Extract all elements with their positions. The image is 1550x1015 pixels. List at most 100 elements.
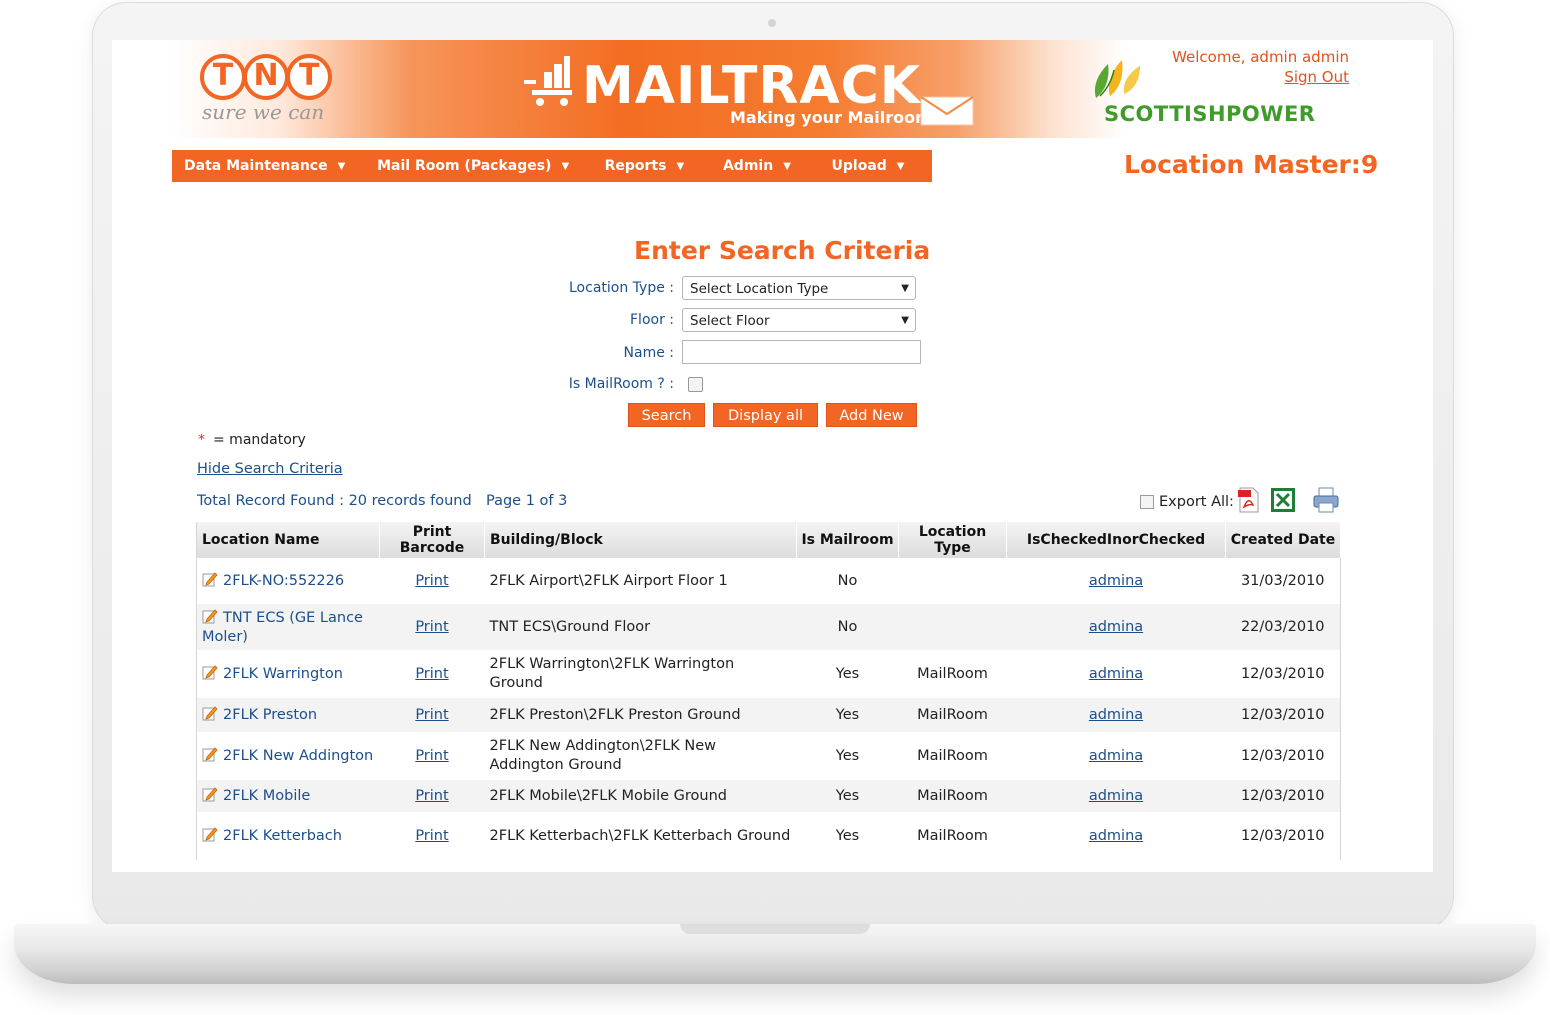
envelope-icon	[920, 96, 974, 126]
checked-user-link[interactable]: admina	[1089, 788, 1143, 804]
pencil-edit-icon[interactable]	[202, 664, 218, 680]
tnt-logo: T N T	[200, 54, 333, 100]
floor-select[interactable]: Select Floor ▼	[682, 308, 916, 332]
checked-user-link[interactable]: admina	[1089, 748, 1143, 764]
location-name-link[interactable]: TNT ECS (GE Lance Moler)	[202, 610, 363, 645]
cell-building: 2FLK Warrington\2FLK Warrington Ground	[484, 650, 797, 698]
cell-location-type	[898, 604, 1007, 650]
name-label: Name :	[623, 345, 674, 361]
location-name-link[interactable]: 2FLK Warrington	[223, 666, 343, 682]
client-logo-text: SCOTTISHPOWER	[1104, 102, 1316, 126]
checked-user-link[interactable]: admina	[1089, 828, 1143, 844]
excel-icon[interactable]	[1270, 487, 1296, 513]
cell-is-mailroom: Yes	[796, 698, 899, 732]
chevron-down-icon: ▼	[901, 315, 909, 326]
export-all-checkbox[interactable]	[1140, 495, 1154, 509]
cell-building: 2FLK New Addington\2FLK New Addington Gr…	[484, 732, 797, 780]
print-barcode-link[interactable]: Print	[415, 619, 448, 635]
cell-checked: admina	[1006, 650, 1226, 698]
app-screen: T N T sure we can MAILTRACK Making your …	[112, 40, 1433, 872]
location-name-link[interactable]: 2FLK-NO:552226	[223, 573, 344, 589]
caret-down-icon: ▼	[337, 160, 346, 172]
search-button[interactable]: Search	[628, 403, 705, 427]
page-info: Page 1 of 3	[486, 493, 568, 509]
cell-location-name: 2FLK Warrington	[196, 650, 380, 698]
location-name-link[interactable]: 2FLK Ketterbach	[223, 828, 342, 844]
cell-is-mailroom: Yes	[796, 812, 899, 860]
nav-data-maintenance[interactable]: Data Maintenance ▼	[172, 158, 365, 174]
cell-location-name: TNT ECS (GE Lance Moler)	[196, 604, 380, 650]
cell-created-date: 31/03/2010	[1225, 558, 1341, 604]
checked-user-link[interactable]: admina	[1089, 573, 1143, 589]
cell-checked: admina	[1006, 698, 1226, 732]
checked-user-link[interactable]: admina	[1089, 707, 1143, 723]
nav-reports[interactable]: Reports ▼	[593, 158, 711, 174]
cell-location-type: MailRoom	[898, 812, 1007, 860]
table-row: 2FLK Ketterbach Print 2FLK Ketterbach\2FLK…	[196, 812, 1341, 860]
pencil-edit-icon[interactable]	[202, 705, 218, 721]
cell-building: 2FLK Mobile\2FLK Mobile Ground	[484, 780, 797, 812]
hide-search-criteria-link[interactable]: Hide Search Criteria	[197, 461, 343, 477]
nav-admin[interactable]: Admin ▼	[711, 158, 820, 174]
cell-is-mailroom: Yes	[796, 780, 899, 812]
checked-user-link[interactable]: admina	[1089, 666, 1143, 682]
table-row: 2FLK Preston Print 2FLK Preston\2FLK Prest…	[196, 698, 1341, 732]
display-all-button[interactable]: Display all	[713, 403, 818, 427]
col-checked-in[interactable]: IsCheckedInorChecked	[1006, 522, 1226, 558]
is-mailroom-checkbox[interactable]	[688, 377, 703, 392]
table-row: 2FLK-NO:552226 Print 2FLK Airport\2FLK Air…	[196, 558, 1341, 604]
table-row: 2FLK Warrington Print 2FLK Warrington\2FLK…	[196, 650, 1341, 698]
laptop-notch	[680, 924, 870, 934]
cell-print: Print	[379, 604, 485, 650]
nav-mail-room[interactable]: Mail Room (Packages) ▼	[365, 158, 593, 174]
welcome-text: Welcome, admin admin	[1172, 48, 1349, 66]
cell-created-date: 12/03/2010	[1225, 650, 1341, 698]
location-type-label: Location Type :	[569, 280, 674, 296]
print-barcode-link[interactable]: Print	[415, 788, 448, 804]
pencil-edit-icon[interactable]	[202, 571, 218, 587]
cell-created-date: 12/03/2010	[1225, 732, 1341, 780]
name-input[interactable]	[682, 340, 921, 364]
add-new-button[interactable]: Add New	[826, 403, 917, 427]
table-row: 2FLK Mobile Print 2FLK Mobile\2FLK Mobile …	[196, 780, 1341, 812]
cell-location-name: 2FLK New Addington	[196, 732, 380, 780]
print-barcode-link[interactable]: Print	[415, 828, 448, 844]
printer-icon[interactable]	[1312, 486, 1340, 514]
cell-checked: admina	[1006, 732, 1226, 780]
print-barcode-link[interactable]: Print	[415, 748, 448, 764]
tnt-tagline: sure we can	[202, 100, 325, 124]
required-star: *	[198, 432, 205, 448]
print-barcode-link[interactable]: Print	[415, 707, 448, 723]
location-name-link[interactable]: 2FLK Preston	[223, 707, 317, 723]
print-barcode-link[interactable]: Print	[415, 666, 448, 682]
chevron-down-icon: ▼	[901, 283, 909, 294]
cell-location-name: 2FLK-NO:552226	[196, 558, 380, 604]
caret-down-icon: ▼	[676, 160, 685, 172]
is-mailroom-label: Is MailRoom ? :	[568, 376, 674, 392]
col-created-date[interactable]: Created Date	[1225, 522, 1341, 558]
location-name-link[interactable]: 2FLK Mobile	[223, 788, 310, 804]
cell-is-mailroom: No	[796, 558, 899, 604]
col-building-block[interactable]: Building/Block	[484, 522, 797, 558]
pdf-icon[interactable]	[1238, 487, 1260, 513]
pencil-edit-icon[interactable]	[202, 826, 218, 842]
cell-print: Print	[379, 558, 485, 604]
pencil-edit-icon[interactable]	[202, 608, 218, 624]
sign-out-link[interactable]: Sign Out	[1284, 68, 1349, 86]
location-name-link[interactable]: 2FLK New Addington	[223, 748, 373, 764]
col-location-name[interactable]: Location Name	[196, 522, 380, 558]
cell-checked: admina	[1006, 812, 1226, 860]
pencil-edit-icon[interactable]	[202, 746, 218, 762]
cell-created-date: 12/03/2010	[1225, 812, 1341, 860]
col-print-barcode[interactable]: Print Barcode	[379, 522, 485, 558]
location-type-select[interactable]: Select Location Type ▼	[682, 276, 916, 300]
checked-user-link[interactable]: admina	[1089, 619, 1143, 635]
col-is-mailroom[interactable]: Is Mailroom	[796, 522, 899, 558]
cell-building: 2FLK Ketterbach\2FLK Ketterbach Ground	[484, 812, 797, 860]
pencil-edit-icon[interactable]	[202, 786, 218, 802]
table-header-row: Location Name Print Barcode Building/Blo…	[196, 522, 1341, 558]
print-barcode-link[interactable]: Print	[415, 573, 448, 589]
col-location-type[interactable]: Location Type	[898, 522, 1007, 558]
cell-building: 2FLK Airport\2FLK Airport Floor 1	[484, 558, 797, 604]
nav-upload[interactable]: Upload ▼	[820, 158, 932, 174]
